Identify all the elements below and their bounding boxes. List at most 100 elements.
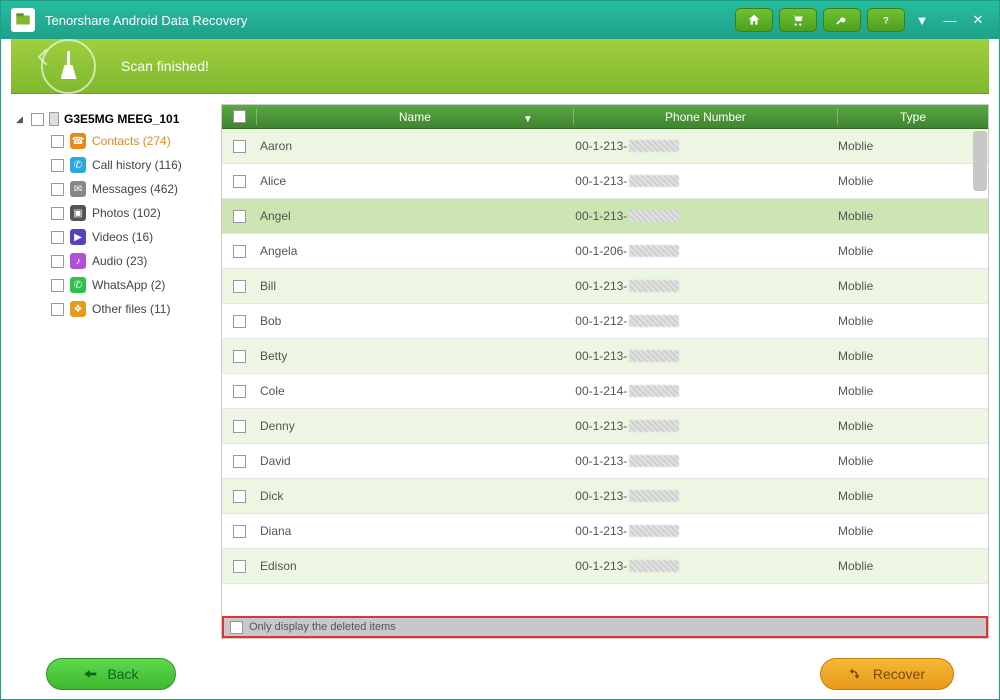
row-checkbox[interactable] [233,245,246,258]
key-button[interactable] [823,8,861,32]
row-checkbox[interactable] [233,210,246,223]
sidebar-item-other-files[interactable]: ❖Other files (11) [51,297,221,321]
table-row[interactable]: Denny00-1-213-Moblie [222,409,988,444]
table-row[interactable]: Diana00-1-213-Moblie [222,514,988,549]
sort-desc-icon: ▼ [523,114,533,125]
table-row[interactable]: Bill00-1-213-Moblie [222,269,988,304]
table-body[interactable]: Aaron00-1-213-MoblieAlice00-1-213-Moblie… [222,129,988,616]
sidebar-item-messages[interactable]: ✉Messages (462) [51,177,221,201]
cell-phone: 00-1-213- [575,279,838,293]
category-checkbox[interactable] [51,279,64,292]
sidebar-item-contacts[interactable]: ☎Contacts (274) [51,129,221,153]
cell-phone: 00-1-213- [575,524,838,538]
table-row[interactable]: David00-1-213-Moblie [222,444,988,479]
titlebar: Tenorshare Android Data Recovery ? ▼ — ✕ [1,1,999,39]
row-checkbox[interactable] [233,525,246,538]
table-row[interactable]: Edison00-1-213-Moblie [222,549,988,584]
help-button[interactable]: ? [867,8,905,32]
row-checkbox[interactable] [233,490,246,503]
cell-type: Moblie [838,139,988,153]
minimize-button[interactable]: — [939,9,961,31]
table-row[interactable]: Angela00-1-206-Moblie [222,234,988,269]
cell-name: David [256,454,575,468]
category-checkbox[interactable] [51,303,64,316]
sidebar-item-call-history[interactable]: ✆Call history (116) [51,153,221,177]
cell-name: Aaron [256,139,575,153]
row-checkbox[interactable] [233,560,246,573]
device-node[interactable]: ◢ G3E5MG MEEG_101 [16,109,221,129]
cell-type: Moblie [838,489,988,503]
back-button[interactable]: Back [46,658,176,690]
table-row[interactable]: Aaron00-1-213-Moblie [222,129,988,164]
row-checkbox[interactable] [233,280,246,293]
category-checkbox[interactable] [51,207,64,220]
redacted-icon [629,385,679,397]
table-row[interactable]: Alice00-1-213-Moblie [222,164,988,199]
sidebar-item-videos[interactable]: ▶ Videos (16) [51,225,221,249]
sidebar: ◢ G3E5MG MEEG_101 ☎Contacts (274)✆Call h… [11,104,221,639]
category-checkbox[interactable] [51,255,64,268]
cell-name: Angela [256,244,575,258]
cell-name: Edison [256,559,575,573]
table-row[interactable]: Bob00-1-212-Moblie [222,304,988,339]
redacted-icon [629,350,679,362]
table-row[interactable]: Betty00-1-213-Moblie [222,339,988,374]
category-checkbox[interactable] [51,159,64,172]
category-icon: ▶ [70,229,86,245]
table-row[interactable]: Angel00-1-213-Moblie [222,199,988,234]
category-label: Videos (16) [92,230,153,244]
row-checkbox[interactable] [233,140,246,153]
table-row[interactable]: Cole00-1-214-Moblie [222,374,988,409]
cell-phone: 00-1-214- [575,384,838,398]
category-label: Messages (462) [92,182,178,196]
row-checkbox[interactable] [233,455,246,468]
row-checkbox[interactable] [233,420,246,433]
sidebar-item-photos[interactable]: ▣Photos (102) [51,201,221,225]
cell-phone: 00-1-206- [575,244,838,258]
cell-type: Moblie [838,454,988,468]
cart-button[interactable] [779,8,817,32]
cell-phone: 00-1-213- [575,489,838,503]
collapse-arrow-icon[interactable]: ◢ [16,114,26,125]
row-checkbox[interactable] [233,385,246,398]
category-checkbox[interactable] [51,183,64,196]
sidebar-item-audio[interactable]: ♪Audio (23) [51,249,221,273]
category-label: Contacts (274) [92,134,171,148]
row-checkbox[interactable] [233,315,246,328]
recover-button[interactable]: Recover [820,658,954,690]
row-checkbox[interactable] [233,350,246,363]
content-area: ◢ G3E5MG MEEG_101 ☎Contacts (274)✆Call h… [1,94,999,649]
table-row[interactable]: Dick00-1-213-Moblie [222,479,988,514]
filter-label: Only display the deleted items [249,621,396,633]
category-icon: ♪ [70,253,86,269]
category-icon: ✆ [70,157,86,173]
device-name: G3E5MG MEEG_101 [64,112,179,126]
scrollbar-thumb[interactable] [973,131,987,191]
category-icon: ▣ [70,205,86,221]
column-type[interactable]: Type [838,110,988,124]
dropdown-button[interactable]: ▼ [911,9,933,31]
main-panel: Name▼ Phone Number Type Aaron00-1-213-Mo… [221,104,989,639]
column-phone[interactable]: Phone Number [574,110,837,124]
status-text: Scan finished! [121,58,209,74]
redacted-icon [629,315,679,327]
category-checkbox[interactable] [51,231,64,244]
category-icon: ❖ [70,301,86,317]
category-checkbox[interactable] [51,135,64,148]
close-button[interactable]: ✕ [967,9,989,31]
sidebar-item-whatsapp[interactable]: ✆WhatsApp (2) [51,273,221,297]
cell-type: Moblie [838,279,988,293]
select-all-checkbox[interactable] [233,110,246,123]
home-button[interactable] [735,8,773,32]
filter-checkbox[interactable] [230,621,243,634]
cell-phone: 00-1-212- [575,314,838,328]
column-name[interactable]: Name▼ [257,110,573,124]
status-banner: Scan finished! [11,39,989,94]
row-checkbox[interactable] [233,175,246,188]
redacted-icon [629,175,679,187]
app-title: Tenorshare Android Data Recovery [45,13,735,28]
cell-phone: 00-1-213- [575,209,838,223]
device-checkbox[interactable] [31,113,44,126]
table-header: Name▼ Phone Number Type [222,105,988,129]
cell-name: Diana [256,524,575,538]
